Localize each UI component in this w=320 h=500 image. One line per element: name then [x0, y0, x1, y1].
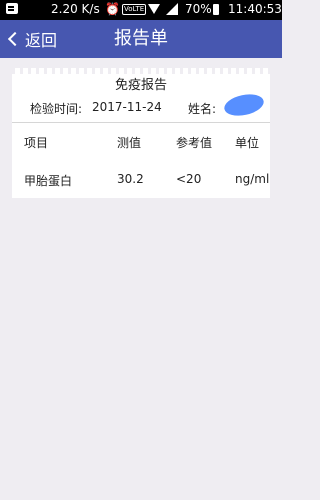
alarm-icon: ⏰	[105, 2, 120, 16]
battery-icon	[213, 4, 219, 15]
cell-value: 30.2	[117, 172, 144, 186]
header-item: 项目	[24, 136, 49, 150]
table-row: 甲胎蛋白 30.2 <20 ng/ml	[12, 172, 270, 192]
report-card: 免疫报告 检验时间: 2017-11-24 姓名: 项目 测值 参考值 单位 甲…	[12, 68, 270, 198]
date-value: 2017-11-24	[92, 100, 162, 114]
nav-bar: 返回 报告单	[0, 20, 282, 58]
status-time: 11:40:53	[228, 2, 282, 16]
notification-app-icon	[6, 3, 18, 14]
network-speed: 2.20 K/s	[51, 2, 100, 16]
header-reference: 参考值	[176, 136, 213, 150]
back-button[interactable]: 返回	[7, 20, 58, 58]
cell-unit: ng/ml	[235, 172, 270, 186]
cell-item: 甲胎蛋白	[24, 174, 73, 188]
signal-icon	[166, 3, 178, 15]
volte-badge: VoLTE	[122, 4, 147, 15]
redacted-name	[222, 91, 266, 119]
header-unit: 单位	[235, 136, 260, 150]
name-label: 姓名:	[188, 102, 217, 116]
divider	[12, 122, 270, 123]
header-value: 测值	[117, 136, 142, 150]
wifi-icon	[148, 4, 160, 14]
cell-reference: <20	[176, 172, 202, 186]
back-label: 返回	[25, 31, 58, 50]
date-label: 检验时间:	[30, 102, 83, 116]
status-bar: 2.20 K/s ⏰ VoLTE 70% 11:40:53	[0, 0, 282, 20]
report-title: 免疫报告	[114, 78, 167, 93]
chevron-left-icon	[7, 31, 23, 47]
table-header: 项目 测值 参考值 单位	[12, 134, 270, 154]
report-meta: 检验时间: 2017-11-24 姓名:	[12, 91, 270, 120]
battery-percent: 70%	[185, 2, 212, 16]
